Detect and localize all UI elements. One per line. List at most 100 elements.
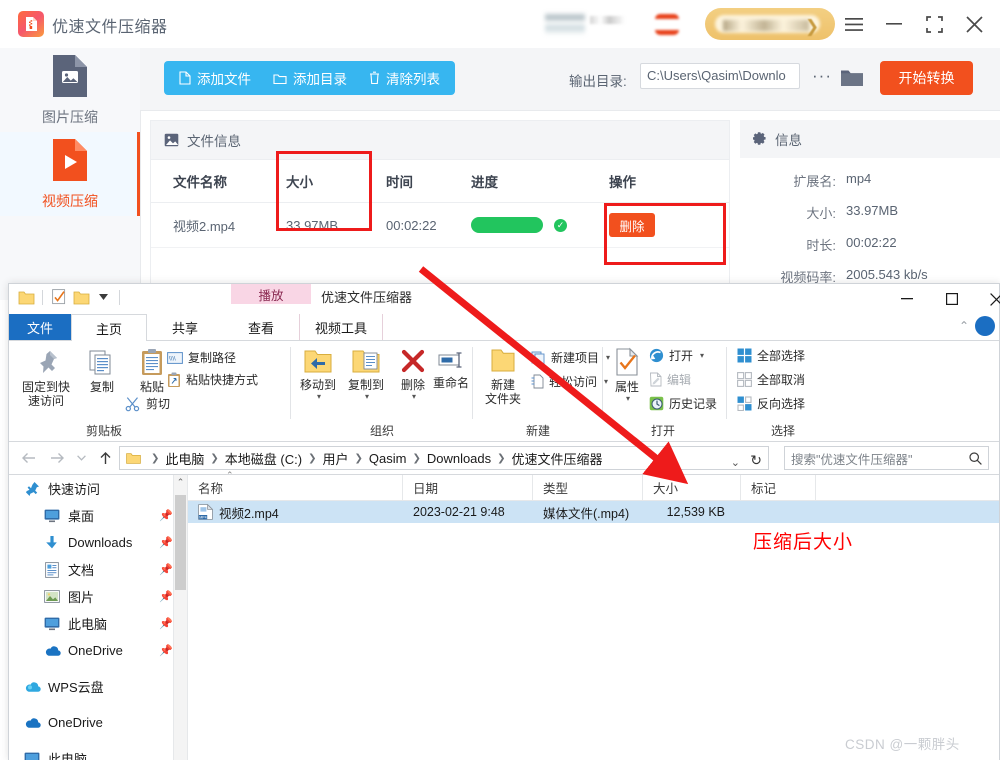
- breadcrumb-separator: ❯: [412, 453, 420, 464]
- properties-check-icon[interactable]: [50, 288, 68, 306]
- new-item-button[interactable]: 新建项目 ▾: [531, 349, 610, 366]
- delete-row-button[interactable]: 删除: [609, 213, 655, 237]
- refresh-icon[interactable]: ↻: [750, 452, 762, 469]
- nav-item-documents[interactable]: 文档 📌: [9, 556, 187, 583]
- minimize-icon[interactable]: [880, 10, 908, 38]
- copy-to-button[interactable]: 复制到 ▾: [343, 347, 389, 401]
- breadcrumb-item-local-disk[interactable]: 本地磁盘 (C:): [225, 449, 302, 468]
- cut-button[interactable]: 剪切: [125, 395, 170, 412]
- new-folder-button[interactable]: 新建文件夹: [479, 347, 527, 406]
- chevron-down-icon[interactable]: ▾: [626, 394, 630, 403]
- new-folder-icon[interactable]: [72, 288, 90, 306]
- pin-icon[interactable]: 📌: [159, 536, 173, 549]
- breadcrumb-item-downloads[interactable]: Downloads: [427, 451, 491, 466]
- nav-item-onedrive-pinned[interactable]: OneDrive 📌: [9, 637, 187, 664]
- table-row[interactable]: 视频2.mp4 33.97MB 00:02:22 ✓ 删除: [151, 203, 729, 248]
- scrollbar-thumb[interactable]: [175, 495, 186, 590]
- add-file-button[interactable]: 添加文件: [168, 61, 262, 95]
- breadcrumb-item-current-folder[interactable]: 优速文件压缩器: [512, 449, 603, 468]
- tab-home[interactable]: 主页: [71, 314, 147, 341]
- properties-button[interactable]: 属性 ▾: [607, 347, 647, 403]
- chevron-up-icon[interactable]: ⌃: [959, 319, 969, 333]
- close-icon[interactable]: [960, 10, 988, 38]
- select-all-button[interactable]: 全部选择: [737, 347, 805, 364]
- copy-path-button[interactable]: \\\\ 复制路径: [167, 349, 236, 366]
- column-header-tag[interactable]: 标记: [741, 475, 816, 500]
- rename-button[interactable]: 重命名: [429, 347, 473, 390]
- move-to-button[interactable]: 移动到 ▾: [295, 347, 341, 401]
- back-arrow-icon[interactable]: [19, 449, 39, 467]
- output-path-input[interactable]: C:\Users\Qasim\Downlo: [640, 63, 800, 89]
- chevron-down-icon[interactable]: [94, 288, 112, 306]
- chevron-down-icon[interactable]: ⌄: [731, 456, 740, 469]
- nav-item-desktop[interactable]: 桌面 📌: [9, 502, 187, 529]
- tab-view[interactable]: 查看: [223, 314, 299, 340]
- breadcrumb-item-this-pc[interactable]: 此电脑: [165, 449, 204, 468]
- table-row[interactable]: MP4 视频2.mp4 2023-02-21 9:48 媒体文件(.mp4) 1…: [188, 501, 999, 523]
- clear-list-button[interactable]: 清除列表: [358, 61, 451, 95]
- paste-shortcut-button[interactable]: 粘贴快捷方式: [167, 371, 258, 388]
- nav-item-downloads[interactable]: Downloads 📌: [9, 529, 187, 556]
- open-button[interactable]: 打开 ▾: [649, 347, 704, 364]
- pin-icon[interactable]: 📌: [159, 509, 173, 522]
- column-header-progress[interactable]: 进度: [471, 171, 609, 191]
- sidebar-item-video-compress[interactable]: 视频压缩: [0, 132, 140, 216]
- nav-pane-scrollbar[interactable]: ⌃: [173, 475, 187, 760]
- breadcrumb-item-qasim[interactable]: Qasim: [369, 451, 407, 466]
- folder-icon[interactable]: [17, 288, 35, 306]
- column-header-size[interactable]: 大小: [643, 475, 741, 500]
- history-button[interactable]: 历史记录: [649, 395, 717, 412]
- breadcrumb[interactable]: ❯ 此电脑 ❯ 本地磁盘 (C:) ❯ 用户 ❯ Qasim ❯ Downloa…: [119, 446, 769, 470]
- column-header-date[interactable]: 日期: [403, 475, 533, 500]
- invert-selection-button[interactable]: 反向选择: [737, 395, 805, 412]
- up-arrow-icon[interactable]: [95, 449, 115, 467]
- browse-folder-icon[interactable]: [840, 67, 864, 93]
- nav-item-this-pc-root[interactable]: 此电脑: [9, 745, 187, 760]
- easy-access-button[interactable]: 轻松访问 ▾: [531, 373, 608, 390]
- scroll-up-icon[interactable]: ⌃: [175, 477, 186, 488]
- nav-item-pictures[interactable]: 图片 📌: [9, 583, 187, 610]
- tab-video-tools[interactable]: 视频工具: [299, 314, 383, 340]
- pin-to-quick-access-button[interactable]: 固定到快速访问: [17, 347, 75, 408]
- sidebar-item-image-compress[interactable]: 图片压缩: [0, 48, 140, 132]
- nav-item-onedrive[interactable]: OneDrive: [9, 709, 187, 736]
- tab-file[interactable]: 文件: [9, 314, 71, 340]
- column-header-size[interactable]: 大小: [286, 171, 386, 191]
- start-convert-button[interactable]: 开始转换: [880, 61, 973, 95]
- nav-header-quick-access[interactable]: 快速访问: [9, 475, 187, 502]
- hamburger-menu-icon[interactable]: [840, 10, 868, 38]
- chevron-down-icon[interactable]: ▾: [412, 392, 416, 401]
- pin-icon[interactable]: 📌: [159, 563, 173, 576]
- copy-button[interactable]: 复制: [79, 347, 125, 394]
- minimize-icon[interactable]: [884, 284, 929, 314]
- blurred-vip-pill[interactable]: ❯: [705, 8, 835, 40]
- forward-arrow-icon[interactable]: [47, 449, 67, 467]
- contextual-tab-header-play[interactable]: 播放: [231, 284, 311, 304]
- help-icon[interactable]: [975, 316, 995, 336]
- maximize-icon[interactable]: [920, 10, 948, 38]
- add-folder-button[interactable]: 添加目录: [262, 61, 358, 95]
- column-header-name[interactable]: 名称 ⌃: [188, 475, 403, 500]
- nav-item-this-pc[interactable]: 此电脑 📌: [9, 610, 187, 637]
- delete-button[interactable]: 删除 ▾: [393, 347, 433, 401]
- pin-icon[interactable]: 📌: [159, 590, 173, 603]
- breadcrumb-item-users[interactable]: 用户: [322, 449, 348, 468]
- column-header-time[interactable]: 时间: [386, 171, 471, 191]
- chevron-down-icon[interactable]: ▾: [317, 392, 321, 401]
- search-input[interactable]: 搜索"优速文件压缩器": [784, 446, 989, 470]
- recent-dropdown-icon[interactable]: [71, 449, 91, 467]
- chevron-down-icon[interactable]: ▾: [365, 392, 369, 401]
- close-icon[interactable]: [974, 284, 1000, 314]
- column-header-type[interactable]: 类型: [533, 475, 643, 500]
- maximize-icon[interactable]: [929, 284, 974, 314]
- column-header-filename[interactable]: 文件名称: [151, 171, 286, 191]
- edit-button[interactable]: 编辑: [649, 371, 691, 388]
- chevron-down-icon[interactable]: ▾: [700, 351, 704, 360]
- pin-icon[interactable]: 📌: [159, 617, 173, 630]
- select-none-button[interactable]: 全部取消: [737, 371, 805, 388]
- pin-icon[interactable]: 📌: [159, 644, 173, 657]
- tab-share[interactable]: 共享: [147, 314, 223, 340]
- nav-item-wps-cloud[interactable]: WPS云盘: [9, 673, 187, 700]
- more-options-button[interactable]: ···: [812, 66, 832, 86]
- column-header-action[interactable]: 操作: [609, 171, 699, 191]
